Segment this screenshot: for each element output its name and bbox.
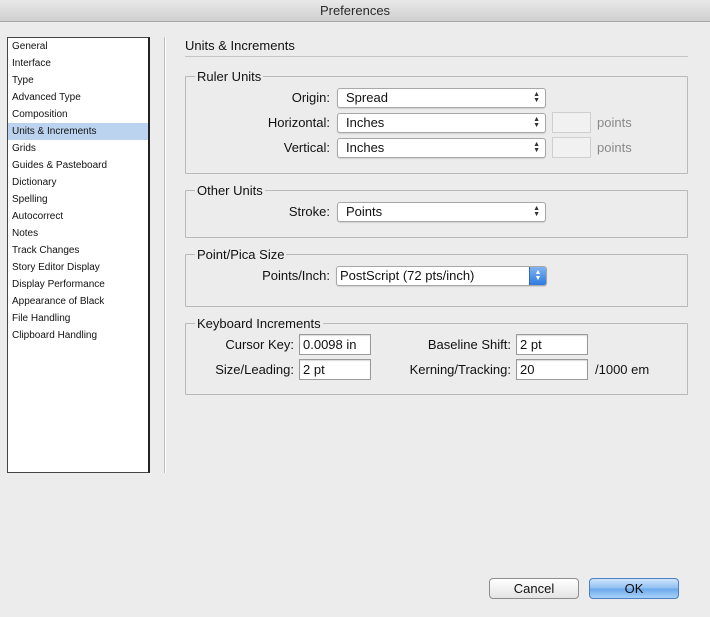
- ok-button[interactable]: OK: [589, 578, 679, 599]
- vertical-label: Vertical:: [283, 140, 330, 155]
- points-inch-value: PostScript (72 pts/inch): [340, 268, 475, 283]
- horizontal-select[interactable]: Inches ▲ ▼: [337, 113, 546, 133]
- baseline-shift-field[interactable]: 2 pt: [516, 334, 588, 355]
- window-title: Preferences: [0, 0, 710, 22]
- sidebar-item-advanced-type[interactable]: Advanced Type: [8, 89, 148, 106]
- sidebar-item-appearance-of-black[interactable]: Appearance of Black: [8, 293, 148, 310]
- updown-arrows-icon: ▲ ▼: [533, 141, 540, 154]
- ruler-units-title: Ruler Units: [195, 69, 264, 84]
- sidebar-item-story-editor-display[interactable]: Story Editor Display: [8, 259, 148, 276]
- kerning-tracking-label: Kerning/Tracking:: [409, 362, 511, 377]
- sidebar-item-grids[interactable]: Grids: [8, 140, 148, 157]
- updown-arrows-icon: ▲ ▼: [533, 205, 540, 218]
- sidebar-item-type[interactable]: Type: [8, 72, 148, 89]
- stroke-value: Points: [346, 204, 383, 219]
- origin-label: Origin:: [291, 90, 330, 105]
- horizontal-label: Horizontal:: [267, 115, 330, 130]
- keyboard-increments-group: Keyboard Increments: [185, 316, 688, 395]
- sidebar-item-clipboard-handling[interactable]: Clipboard Handling: [8, 327, 148, 344]
- sidebar-item-file-handling[interactable]: File Handling: [8, 310, 148, 327]
- updown-arrows-icon: ▲ ▼: [529, 267, 546, 285]
- vertical-custom-field[interactable]: [552, 137, 591, 158]
- panel-title: Units & Increments: [185, 38, 295, 53]
- origin-value: Spread: [346, 90, 388, 105]
- kerning-tracking-field[interactable]: 20: [516, 359, 588, 380]
- kerning-unit-label: /1000 em: [595, 362, 650, 377]
- size-leading-label: Size/Leading:: [215, 362, 294, 377]
- sidebar-item-dictionary[interactable]: Dictionary: [8, 174, 148, 191]
- horizontal-value: Inches: [346, 115, 385, 130]
- cursor-key-label: Cursor Key:: [225, 337, 294, 352]
- vertical-select[interactable]: Inches ▲ ▼: [337, 138, 546, 158]
- sidebar-item-notes[interactable]: Notes: [8, 225, 148, 242]
- size-leading-field[interactable]: 2 pt: [299, 359, 371, 380]
- keyboard-increments-title: Keyboard Increments: [195, 316, 323, 331]
- stroke-select[interactable]: Points ▲ ▼: [337, 202, 546, 222]
- sidebar-divider: [164, 37, 166, 473]
- point-pica-title: Point/Pica Size: [195, 247, 287, 262]
- other-units-title: Other Units: [195, 183, 265, 198]
- vertical-unit-label: points: [597, 140, 632, 155]
- points-inch-label: Points/Inch:: [262, 268, 330, 283]
- updown-arrows-icon: ▲ ▼: [533, 116, 540, 129]
- sidebar-item-composition[interactable]: Composition: [8, 106, 148, 123]
- sidebar-item-units-increments[interactable]: Units & Increments: [8, 123, 148, 140]
- horizontal-unit-label: points: [597, 115, 632, 130]
- preferences-category-list[interactable]: General Interface Type Advanced Type Composi…: [7, 37, 150, 473]
- sidebar-item-interface[interactable]: Interface: [8, 55, 148, 72]
- sidebar-item-autocorrect[interactable]: Autocorrect: [8, 208, 148, 225]
- origin-select[interactable]: Spread ▲ ▼: [337, 88, 546, 108]
- panel-title-rule: [185, 56, 688, 57]
- sidebar-item-spelling[interactable]: Spelling: [8, 191, 148, 208]
- sidebar-item-track-changes[interactable]: Track Changes: [8, 242, 148, 259]
- points-inch-select[interactable]: PostScript (72 pts/inch) ▲ ▼: [336, 266, 547, 286]
- updown-arrows-icon: ▲ ▼: [533, 91, 540, 104]
- sidebar-item-general[interactable]: General: [8, 38, 148, 55]
- baseline-shift-label: Baseline Shift:: [427, 337, 511, 352]
- horizontal-custom-field[interactable]: [552, 112, 591, 133]
- cancel-button[interactable]: Cancel: [489, 578, 579, 599]
- sidebar-item-display-performance[interactable]: Display Performance: [8, 276, 148, 293]
- sidebar-item-guides-pasteboard[interactable]: Guides & Pasteboard: [8, 157, 148, 174]
- vertical-value: Inches: [346, 140, 385, 155]
- stroke-label: Stroke:: [288, 204, 330, 219]
- cursor-key-field[interactable]: 0.0098 in: [299, 334, 371, 355]
